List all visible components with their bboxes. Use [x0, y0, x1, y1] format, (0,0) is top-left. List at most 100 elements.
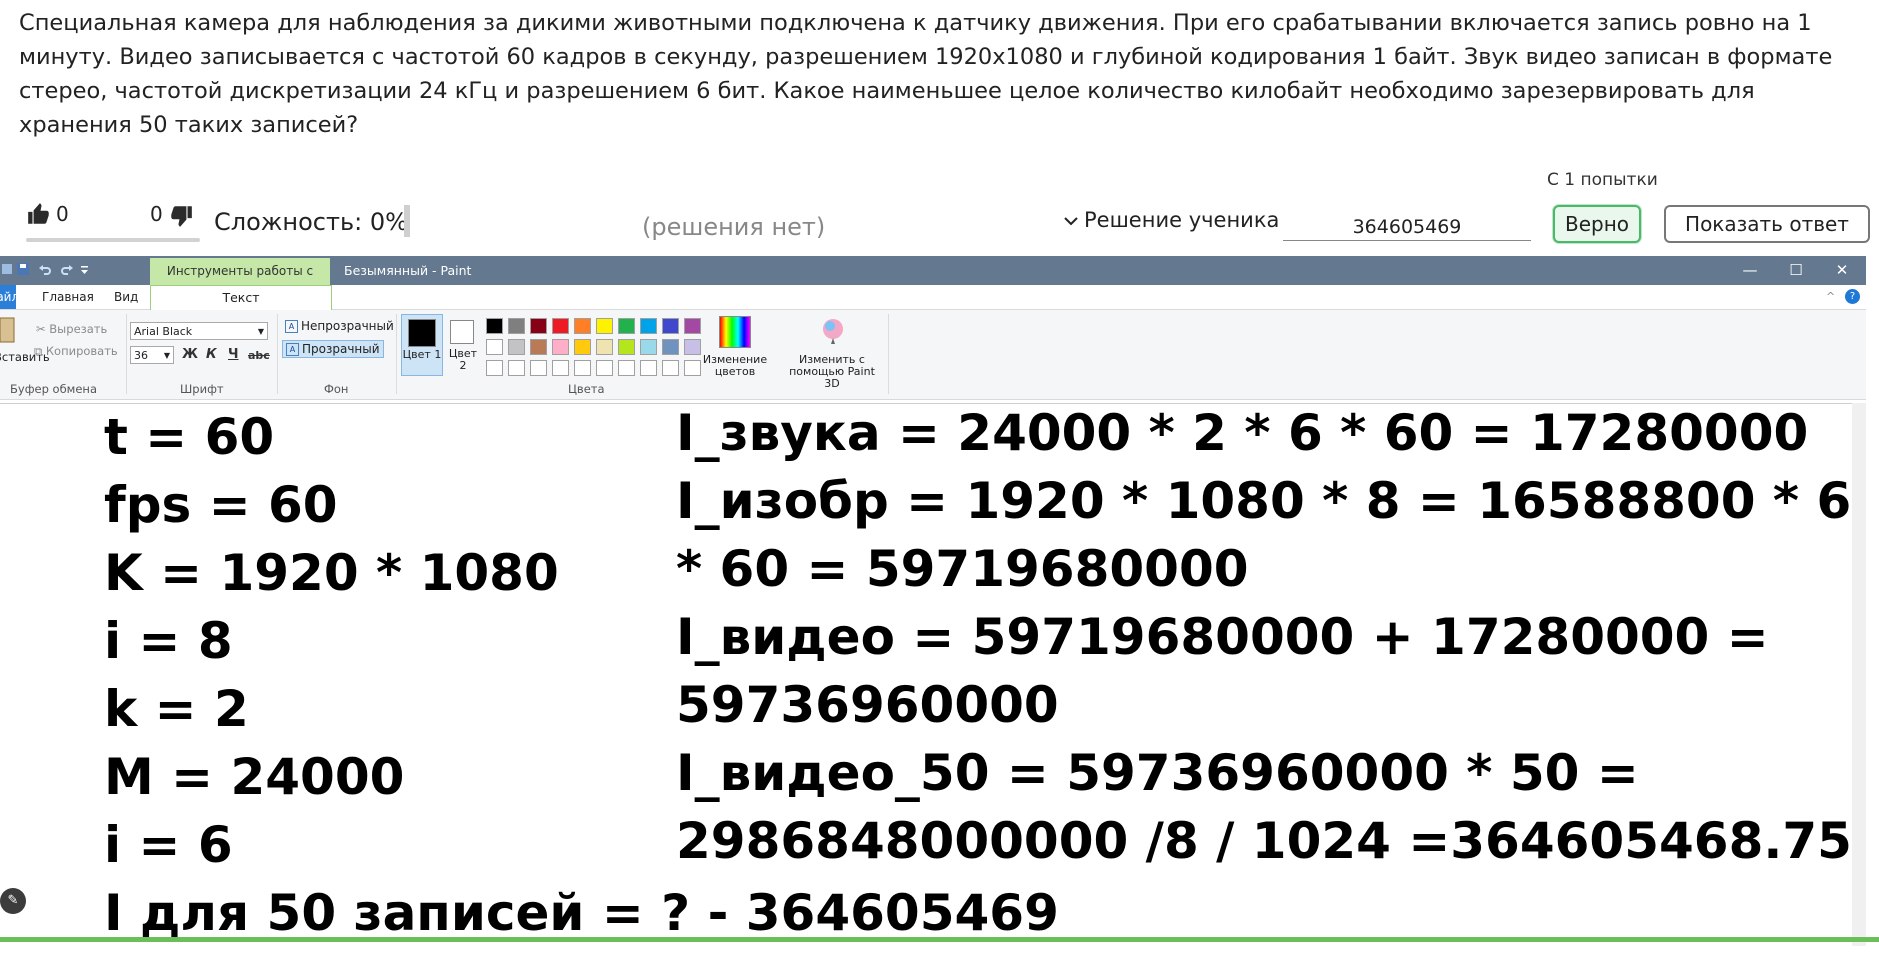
canvas-line: 59736960000: [676, 676, 1059, 734]
palette-swatch[interactable]: [618, 318, 635, 334]
palette-swatch[interactable]: [640, 339, 657, 355]
canvas-line: I_звука = 24000 * 2 * 6 * 60 = 17280000: [676, 404, 1809, 462]
palette-swatch[interactable]: [684, 318, 701, 334]
palette-swatch[interactable]: [486, 318, 503, 334]
paint3d-label: Изменить с помощью Paint 3D: [789, 353, 875, 390]
underline-button[interactable]: Ч: [228, 347, 239, 362]
color2-button[interactable]: Цвет 2: [446, 316, 480, 374]
show-answer-button[interactable]: Показать ответ: [1664, 205, 1870, 243]
canvas-line: k = 2: [104, 680, 249, 738]
customize-qat-icon[interactable]: [80, 262, 94, 276]
palette-swatch[interactable]: [530, 318, 547, 334]
paint3d-icon: [823, 319, 843, 344]
scissors-icon: ✂: [36, 322, 50, 336]
save-icon[interactable]: [16, 262, 30, 276]
edit-pencil-icon[interactable]: ✎: [0, 888, 26, 914]
font-group-label: Шрифт: [180, 382, 224, 396]
group-divider: [396, 314, 397, 394]
tab-home[interactable]: Главная: [42, 290, 94, 304]
close-icon[interactable]: ✕: [1819, 256, 1865, 285]
dropdown-arrow-icon: ▼: [163, 351, 170, 360]
student-solution-label: Решение ученика: [1084, 208, 1280, 232]
thumbs-down-icon[interactable]: [168, 203, 194, 229]
palette-swatch[interactable]: [530, 339, 547, 355]
palette-swatch-empty[interactable]: [618, 360, 635, 376]
palette-swatch[interactable]: [574, 339, 591, 355]
transparent-option[interactable]: A Прозрачный: [282, 340, 384, 358]
paste-icon[interactable]: [0, 315, 16, 349]
canvas-line: I_видео_50 = 59736960000 * 50 =: [676, 744, 1639, 802]
answer-input[interactable]: [1283, 214, 1531, 241]
chevron-down-icon: [1064, 208, 1078, 232]
canvas-line: fps = 60: [104, 476, 338, 534]
strikethrough-button[interactable]: abc: [248, 349, 270, 362]
palette-swatch-empty[interactable]: [662, 360, 679, 376]
correct-button[interactable]: Верно: [1553, 205, 1641, 243]
palette-swatch[interactable]: [486, 339, 503, 355]
redo-icon[interactable]: [60, 262, 74, 276]
thumbs-up-icon[interactable]: [26, 201, 52, 227]
palette-swatch-empty[interactable]: [684, 360, 701, 376]
vertical-scrollbar[interactable]: [1852, 403, 1866, 946]
canvas-line: i = 6: [104, 816, 233, 874]
undo-icon[interactable]: [38, 262, 52, 276]
app-icon: [2, 262, 16, 276]
palette-swatch[interactable]: [596, 318, 613, 334]
palette-swatch[interactable]: [574, 318, 591, 334]
palette-swatch-empty[interactable]: [552, 360, 569, 376]
color1-button[interactable]: Цвет 1: [401, 314, 443, 376]
copy-icon: ⧉: [34, 344, 46, 358]
palette-swatch[interactable]: [552, 339, 569, 355]
color-palette: [486, 318, 702, 380]
canvas-line: t = 60: [104, 408, 275, 466]
palette-swatch[interactable]: [662, 318, 679, 334]
maximize-icon[interactable]: ☐: [1773, 256, 1819, 285]
palette-swatch-empty[interactable]: [486, 360, 503, 376]
no-solutions-label: (решения нет): [642, 213, 826, 241]
palette-swatch-empty[interactable]: [574, 360, 591, 376]
student-solution-toggle[interactable]: Решение ученика: [1064, 208, 1279, 232]
ribbon-tabs: Файл Главная Вид Текст ^ ?: [0, 285, 1866, 311]
canvas-line: M = 24000: [104, 748, 405, 806]
collapse-ribbon-icon[interactable]: ^: [1826, 290, 1835, 303]
canvas-line: i = 8: [104, 612, 233, 670]
color-spectrum-icon: [719, 316, 751, 348]
italic-button[interactable]: К: [206, 347, 217, 362]
color1-swatch: [408, 319, 436, 347]
window-title: Безымянный - Paint: [344, 263, 472, 278]
font-size-select[interactable]: 36 ▼: [130, 346, 174, 364]
edit-colors-button[interactable]: [716, 314, 754, 352]
palette-swatch-empty[interactable]: [508, 360, 525, 376]
palette-swatch-empty[interactable]: [530, 360, 547, 376]
minimize-icon[interactable]: —: [1727, 256, 1773, 285]
palette-swatch[interactable]: [662, 339, 679, 355]
paint-canvas[interactable]: t = 60 fps = 60 K = 1920 * 1080 i = 8 k …: [0, 403, 1852, 947]
font-family-select[interactable]: Arial Black ▼: [130, 322, 268, 340]
palette-swatch-empty[interactable]: [596, 360, 613, 376]
bold-button[interactable]: Ж: [182, 347, 198, 362]
help-icon[interactable]: ?: [1845, 289, 1860, 304]
palette-swatch[interactable]: [508, 318, 525, 334]
palette-swatch[interactable]: [508, 339, 525, 355]
tab-text[interactable]: Текст: [150, 285, 332, 311]
cut-button[interactable]: ✂ Вырезать: [36, 322, 107, 336]
opaque-option[interactable]: A Непрозрачный: [282, 318, 397, 334]
ribbon: Вставить ✂ Вырезать ⧉ Копировать Буфер о…: [0, 310, 1866, 400]
palette-swatch[interactable]: [640, 318, 657, 334]
tab-view[interactable]: Вид: [114, 290, 138, 304]
paint3d-button[interactable]: [818, 316, 848, 348]
canvas-line: K = 1920 * 1080: [104, 544, 559, 602]
clipboard-group-label: Буфер обмена: [10, 382, 98, 396]
vote-bar: [26, 238, 200, 242]
palette-swatch[interactable]: [684, 339, 701, 355]
canvas-line: * 60 = 59719680000: [676, 540, 1249, 598]
palette-swatch[interactable]: [552, 318, 569, 334]
colors-group-label: Цвета: [568, 382, 605, 396]
palette-swatch[interactable]: [618, 339, 635, 355]
copy-button[interactable]: ⧉ Копировать: [34, 344, 118, 359]
opaque-icon: A: [285, 320, 298, 333]
palette-swatch[interactable]: [596, 339, 613, 355]
palette-swatch-empty[interactable]: [640, 360, 657, 376]
tab-file[interactable]: Файл: [0, 285, 16, 309]
difficulty-label: Сложность: 0%: [214, 208, 408, 236]
